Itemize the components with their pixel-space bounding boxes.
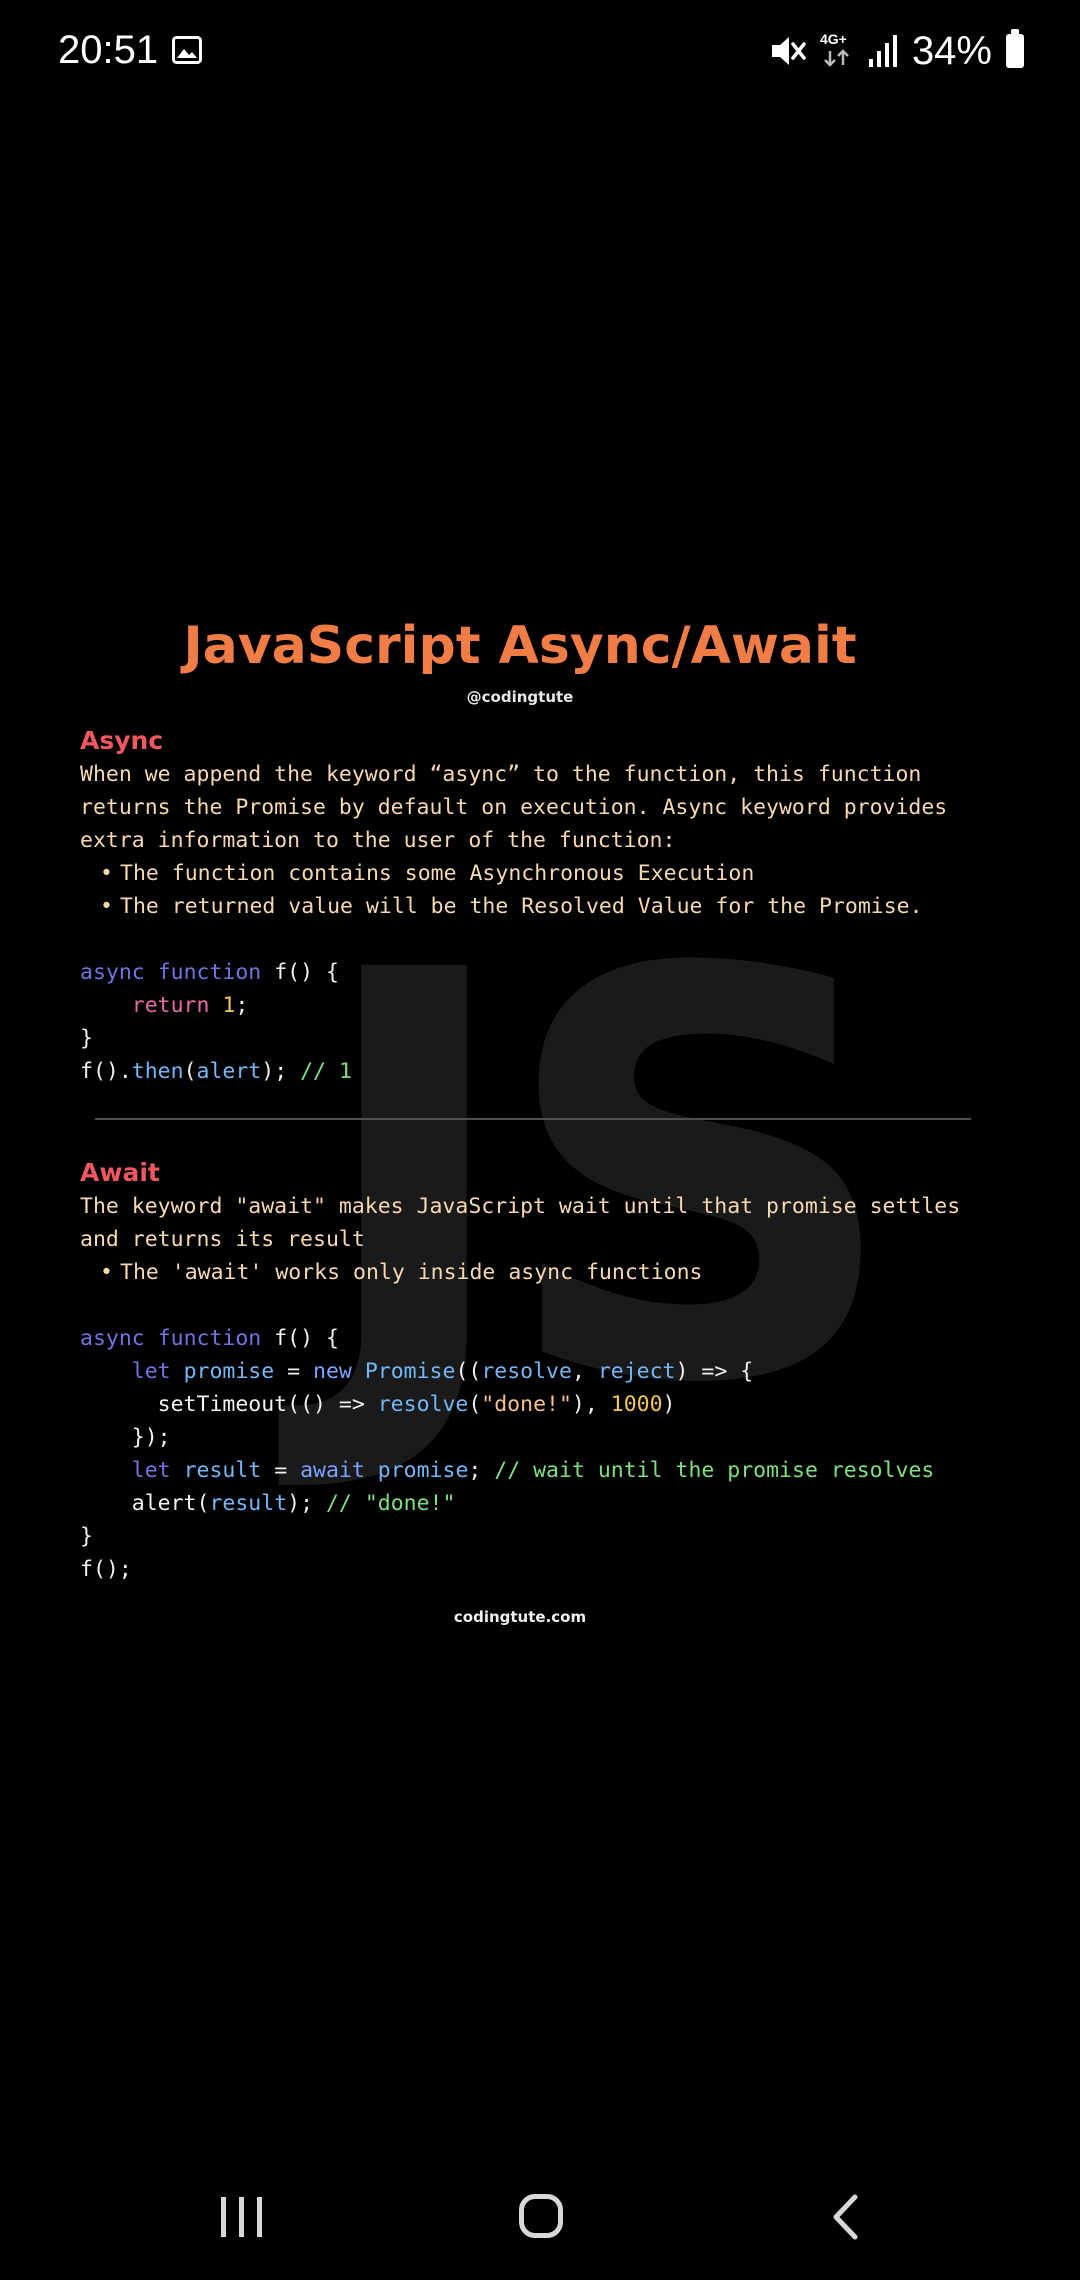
author-handle: @codingtute bbox=[466, 688, 574, 706]
list-item: The 'await' works only inside async func… bbox=[98, 1256, 998, 1289]
back-icon[interactable] bbox=[830, 2194, 860, 2240]
gallery-icon bbox=[172, 36, 202, 64]
footer-url: codingtute.com bbox=[453, 1608, 587, 1626]
recent-apps-icon[interactable] bbox=[219, 2195, 265, 2239]
async-bullets: The function contains some Asynchronous … bbox=[98, 857, 998, 923]
async-description: When we append the keyword “async” to th… bbox=[80, 762, 948, 853]
await-bullets: The 'await' works only inside async func… bbox=[98, 1256, 998, 1289]
await-heading: Await bbox=[80, 1158, 160, 1187]
async-heading: Async bbox=[80, 726, 164, 755]
list-item: The returned value will be the Resolved … bbox=[98, 890, 998, 923]
signal-icon bbox=[868, 35, 897, 67]
await-code-block: async function f() { let promise = new P… bbox=[80, 1326, 935, 1582]
list-item: The function contains some Asynchronous … bbox=[98, 857, 998, 890]
battery-percentage: 34% bbox=[911, 28, 992, 73]
network-4g-icon: 4G+ bbox=[820, 31, 854, 71]
content-image: JS JavaScript Async/Await @codingtute As… bbox=[0, 560, 1080, 1640]
status-bar: 20:51 4G+ 34% bbox=[0, 0, 1080, 110]
page-title: JavaScript Async/Await bbox=[183, 616, 857, 676]
mute-icon bbox=[771, 37, 806, 65]
async-code-block: async function f() { return 1; } f().the… bbox=[80, 960, 352, 1084]
await-description: The keyword "await" makes JavaScript wai… bbox=[80, 1194, 961, 1252]
status-icons: 4G+ 34% bbox=[770, 26, 1024, 76]
navigation-bar bbox=[0, 2180, 1080, 2280]
status-time: 20:51 bbox=[58, 28, 159, 72]
section-divider bbox=[95, 1118, 971, 1120]
network-label: 4G+ bbox=[819, 31, 847, 47]
home-icon[interactable] bbox=[519, 2194, 563, 2238]
battery-icon bbox=[1006, 29, 1024, 68]
